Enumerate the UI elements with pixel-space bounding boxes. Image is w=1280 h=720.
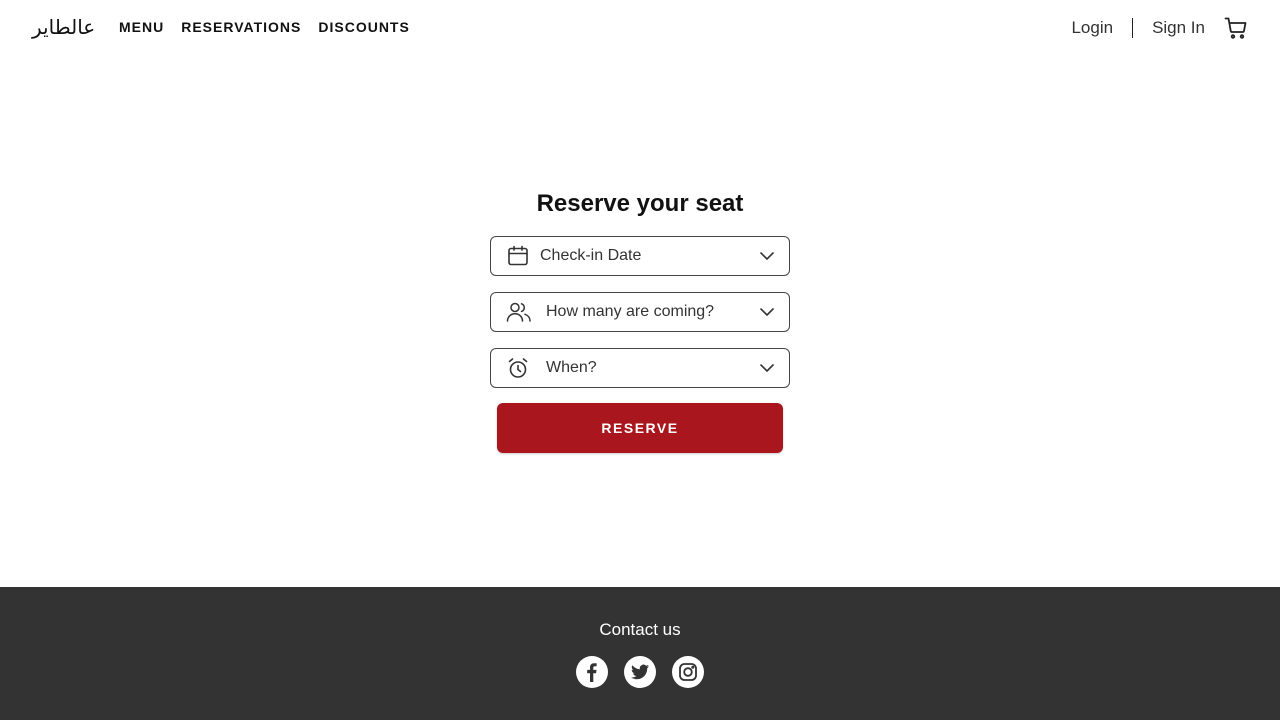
chevron-down-icon: [759, 304, 775, 320]
guest-count-placeholder: How many are coming?: [546, 303, 715, 320]
time-placeholder: When?: [546, 359, 597, 376]
people-icon: [506, 301, 532, 323]
nav-reservations[interactable]: RESERVATIONS: [181, 19, 301, 35]
login-link[interactable]: Login: [1071, 18, 1113, 38]
sign-in-link[interactable]: Sign In: [1152, 18, 1205, 38]
twitter-icon[interactable]: [624, 656, 656, 688]
social-links: [576, 656, 704, 688]
nav-menu[interactable]: MENU: [119, 19, 164, 35]
nav-discounts[interactable]: DISCOUNTS: [318, 19, 409, 35]
alarm-clock-icon: [507, 357, 529, 379]
reserve-button[interactable]: RESERVE: [497, 403, 783, 453]
instagram-icon[interactable]: [672, 656, 704, 688]
guest-count-select[interactable]: How many are coming?: [490, 292, 790, 332]
footer: Contact us: [0, 587, 1280, 720]
auth-links: Login Sign In: [1071, 16, 1248, 40]
check-in-date-select[interactable]: Check-in Date: [490, 236, 790, 276]
facebook-icon[interactable]: [576, 656, 608, 688]
calendar-icon: [507, 245, 529, 267]
chevron-down-icon: [759, 248, 775, 264]
contact-us-label: Contact us: [599, 620, 681, 639]
auth-divider: [1132, 18, 1134, 38]
cart-icon[interactable]: [1224, 16, 1248, 40]
time-select[interactable]: When?: [490, 348, 790, 388]
brand-logo[interactable]: عالطاير: [32, 15, 95, 39]
main-nav: MENU RESERVATIONS DISCOUNTS: [119, 19, 410, 35]
chevron-down-icon: [759, 360, 775, 376]
top-header: عالطاير MENU RESERVATIONS DISCOUNTS Logi…: [0, 0, 1280, 56]
check-in-date-placeholder: Check-in Date: [540, 247, 642, 264]
reservation-title: Reserve your seat: [536, 190, 744, 217]
reservation-page: عالطاير MENU RESERVATIONS DISCOUNTS Logi…: [0, 0, 1280, 720]
